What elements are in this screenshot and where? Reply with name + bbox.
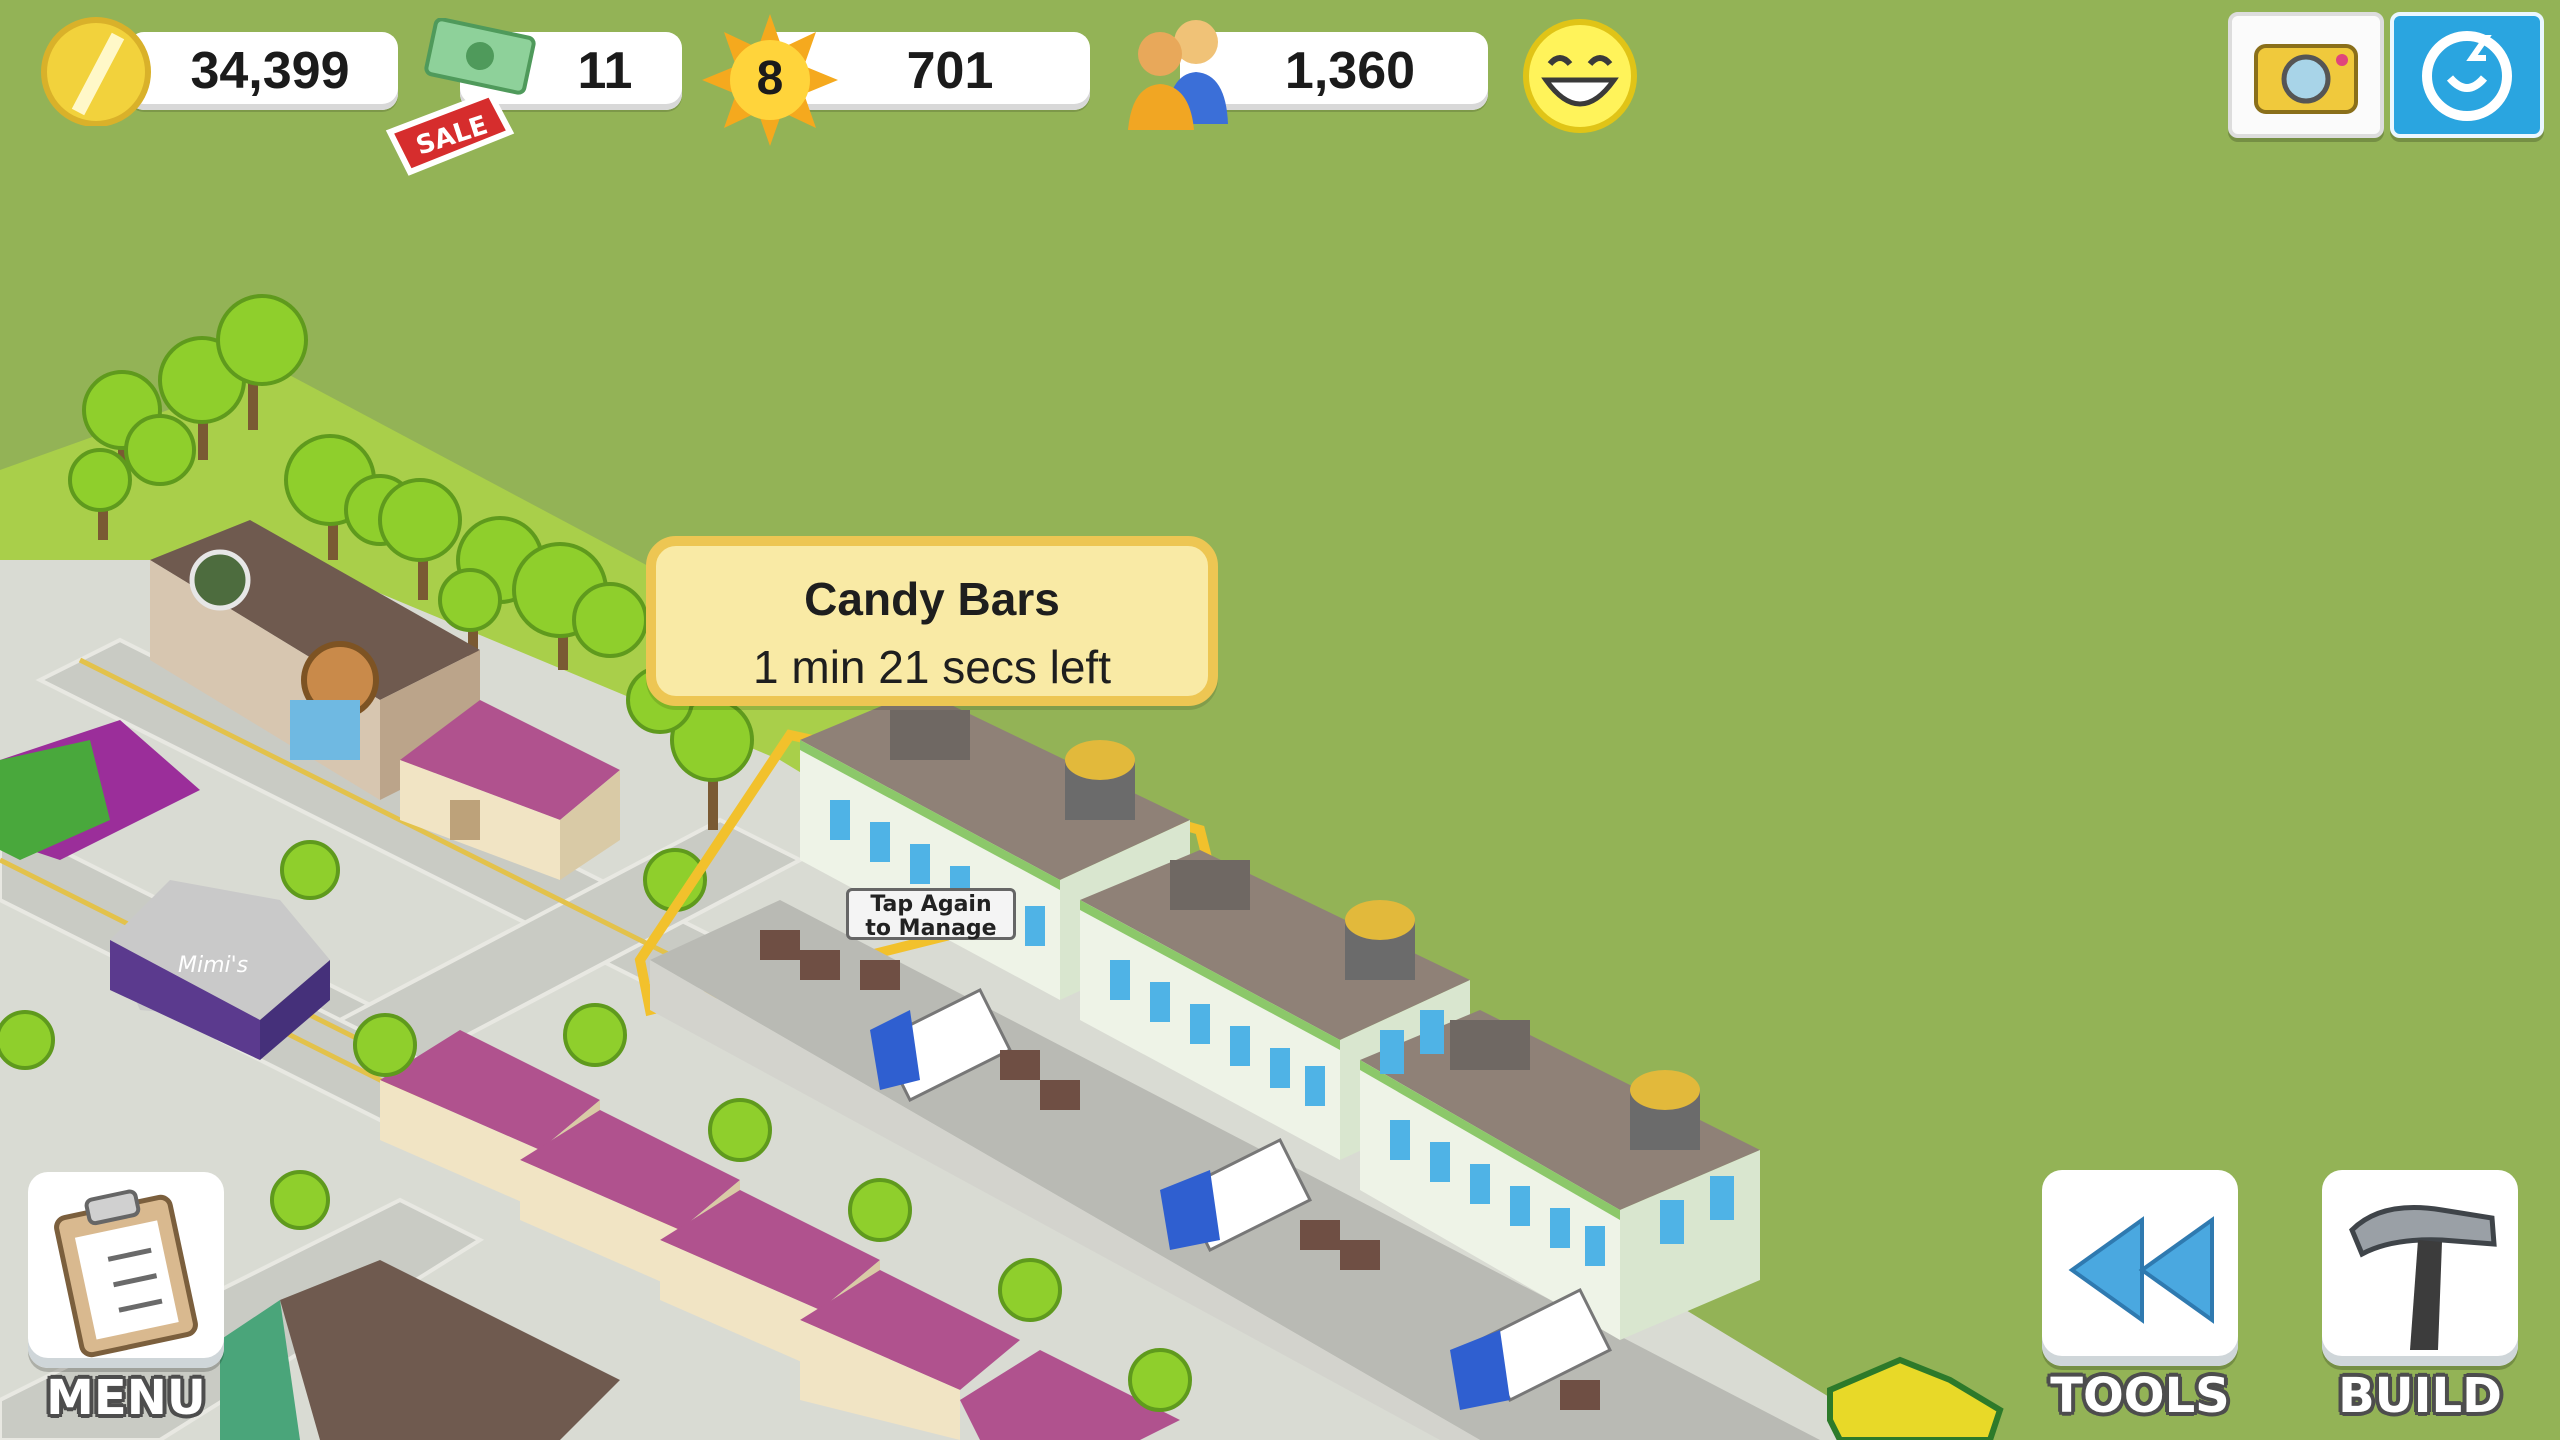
hammer-icon — [2349, 1205, 2497, 1350]
rewind-icon — [2068, 1216, 2214, 1324]
scroll-arrow[interactable] — [1827, 1356, 2004, 1440]
camera-icon — [2254, 44, 2358, 114]
population-value: 1,360 — [1284, 42, 1416, 100]
clipboard-icon — [54, 1189, 198, 1358]
tools-button[interactable] — [2042, 1170, 2238, 1366]
gold-coin-icon — [41, 17, 151, 126]
tooltip-timer: 1 min 21 secs left — [753, 641, 1111, 693]
shop-sign: Mimi's — [178, 953, 248, 978]
friends-icon — [2422, 31, 2512, 121]
build-label: BUILD — [2338, 1368, 2502, 1424]
menu-label: MENU — [46, 1370, 206, 1426]
tooltip-title: Candy Bars — [804, 573, 1060, 625]
friends-button[interactable] — [2390, 12, 2544, 138]
sale-tag-icon[interactable]: SALE — [380, 72, 520, 182]
tap-again-line2: to Manage — [865, 916, 997, 941]
camera-button[interactable] — [2228, 12, 2384, 138]
population-people-icon — [1128, 20, 1228, 130]
production-tooltip: Candy Bars 1 min 21 secs left — [646, 536, 1218, 706]
smiley-face-icon[interactable] — [1520, 16, 1640, 136]
menu-button[interactable] — [28, 1172, 224, 1368]
xp-value: 701 — [906, 42, 994, 100]
tap-again-line1: Tap Again — [870, 892, 992, 917]
cash-value: 11 — [577, 42, 633, 100]
build-button[interactable] — [2322, 1170, 2518, 1366]
tap-again-label[interactable]: Tap Again to Manage — [846, 888, 1016, 941]
level-value: 8 — [756, 52, 784, 105]
coins-value: 34,399 — [190, 42, 350, 100]
tools-label: TOOLS — [2050, 1368, 2230, 1424]
